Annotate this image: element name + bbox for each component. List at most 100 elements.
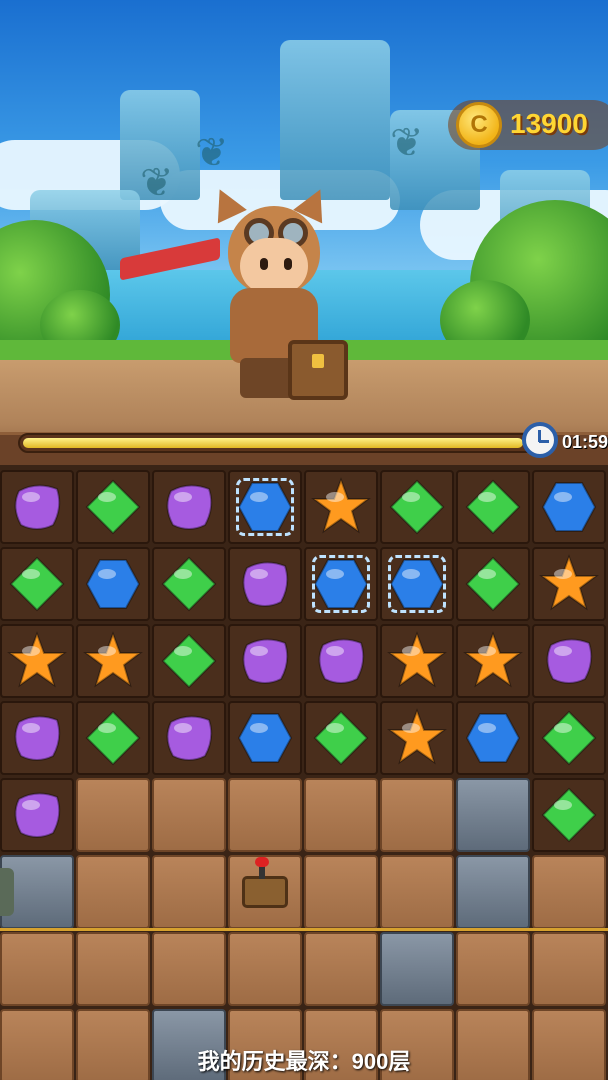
purple-gem-icon [166, 484, 213, 530]
stone-block[interactable] [380, 932, 454, 1006]
palm-tree-icon: ❦ [195, 131, 229, 175]
time-progress-fill [23, 438, 523, 448]
green-gem-tile[interactable] [456, 470, 530, 544]
purple-gem-tile[interactable] [228, 547, 302, 621]
orange-gem-tile[interactable] [532, 547, 606, 621]
orange-gem-icon [7, 631, 67, 688]
green-gem-icon [161, 633, 217, 689]
orange-gem-icon [311, 477, 371, 534]
green-gem-tile[interactable] [76, 701, 150, 775]
blue-gem-icon [237, 482, 293, 532]
dirt-block[interactable] [304, 932, 378, 1006]
purple-gem-tile[interactable] [152, 470, 226, 544]
dirt-block[interactable] [228, 932, 302, 1006]
blue-gem-tile[interactable] [456, 701, 530, 775]
palm-tree-icon: ❦ [140, 161, 174, 205]
orange-gem-tile[interactable] [0, 624, 74, 698]
dirt-block[interactable] [304, 778, 378, 852]
treasure-chest-icon [288, 340, 348, 400]
green-gem-icon [465, 556, 521, 612]
orange-gem-icon [387, 708, 447, 765]
blue-gem-tile[interactable] [380, 547, 454, 621]
green-gem-icon [465, 479, 521, 535]
dirt-block[interactable] [76, 855, 150, 929]
coin-icon: C [456, 102, 502, 148]
dirt-block[interactable] [152, 855, 226, 929]
side-character [0, 868, 14, 916]
orange-gem-tile[interactable] [76, 624, 150, 698]
green-gem-icon [389, 479, 445, 535]
blue-gem-icon [237, 713, 293, 763]
dirt-block[interactable] [304, 855, 378, 929]
orange-gem-tile[interactable] [380, 701, 454, 775]
green-gem-tile[interactable] [152, 624, 226, 698]
orange-gem-icon [463, 631, 523, 688]
purple-gem-tile[interactable] [228, 624, 302, 698]
blue-gem-icon [541, 482, 597, 532]
orange-gem-icon [387, 631, 447, 688]
dirt-block[interactable] [380, 855, 454, 929]
dirt-block[interactable] [76, 932, 150, 1006]
dirt-block[interactable] [0, 932, 74, 1006]
green-gem-icon [161, 556, 217, 612]
blue-gem-tile[interactable] [304, 547, 378, 621]
orange-gem-tile[interactable] [304, 470, 378, 544]
orange-gem-icon [539, 554, 599, 611]
detonator-icon [242, 857, 288, 908]
purple-gem-tile[interactable] [0, 778, 74, 852]
orange-gem-tile[interactable] [456, 624, 530, 698]
dirt-block[interactable] [380, 778, 454, 852]
dirt-block[interactable] [152, 932, 226, 1006]
dirt-block[interactable] [532, 855, 606, 929]
game-screen: ❦ ❦ ❦ C 13900 01:59 我的历史最深：900层 [0, 0, 608, 1080]
purple-gem-icon [242, 561, 289, 607]
time-progress-bar [18, 433, 538, 453]
depth-record-line [0, 928, 608, 931]
game-board [0, 465, 608, 1080]
scene-background: ❦ ❦ ❦ C 13900 01:59 [0, 0, 608, 465]
timer-text: 01:59 [562, 432, 608, 452]
green-gem-tile[interactable] [0, 547, 74, 621]
blue-gem-tile[interactable] [532, 470, 606, 544]
purple-gem-tile[interactable] [532, 624, 606, 698]
stone-block[interactable] [456, 855, 530, 929]
purple-gem-icon [546, 638, 593, 684]
hat-ear [205, 182, 247, 224]
dirt-block[interactable] [456, 932, 530, 1006]
green-gem-icon [541, 710, 597, 766]
blue-gem-icon [389, 559, 445, 609]
green-gem-tile[interactable] [380, 470, 454, 544]
blue-gem-tile[interactable] [228, 470, 302, 544]
depth-record-text: 我的历史最深：900层 [197, 1049, 411, 1074]
purple-gem-icon [14, 484, 61, 530]
purple-gem-tile[interactable] [304, 624, 378, 698]
blue-gem-tile[interactable] [76, 547, 150, 621]
green-gem-tile[interactable] [152, 547, 226, 621]
green-gem-icon [85, 710, 141, 766]
blue-gem-tile[interactable] [228, 701, 302, 775]
green-gem-tile[interactable] [456, 547, 530, 621]
stone-block[interactable] [456, 778, 530, 852]
eye [260, 258, 268, 270]
orange-gem-icon [83, 631, 143, 688]
detonator-block[interactable] [228, 855, 302, 929]
rock-pillar [280, 40, 390, 200]
green-gem-tile[interactable] [532, 701, 606, 775]
dirt-block[interactable] [532, 932, 606, 1006]
green-gem-tile[interactable] [532, 778, 606, 852]
eye [284, 258, 292, 270]
purple-gem-tile[interactable] [0, 470, 74, 544]
dirt-block[interactable] [152, 778, 226, 852]
blue-gem-icon [85, 559, 141, 609]
dirt-block[interactable] [76, 778, 150, 852]
green-gem-tile[interactable] [76, 470, 150, 544]
green-gem-tile[interactable] [304, 701, 378, 775]
dirt-block[interactable] [228, 778, 302, 852]
purple-gem-icon [14, 792, 61, 838]
purple-gem-icon [318, 638, 365, 684]
purple-gem-icon [166, 715, 213, 761]
coin-count: 13900 [510, 108, 588, 139]
orange-gem-tile[interactable] [380, 624, 454, 698]
purple-gem-tile[interactable] [152, 701, 226, 775]
purple-gem-tile[interactable] [0, 701, 74, 775]
